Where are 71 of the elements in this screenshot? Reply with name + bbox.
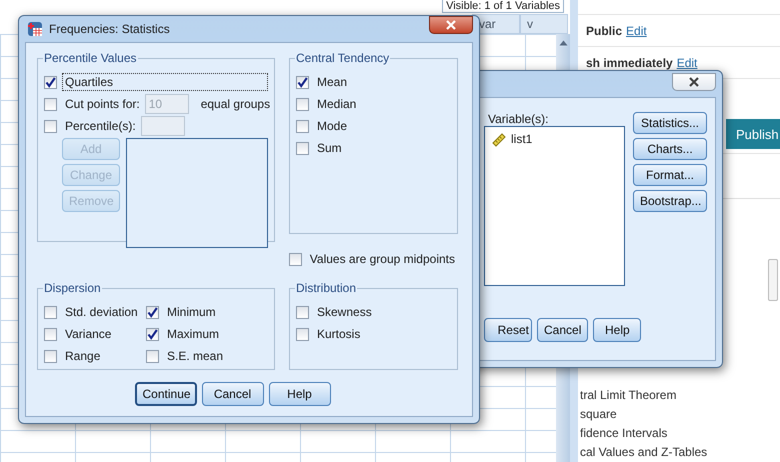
dialog-button[interactable]: Charts... (633, 138, 707, 160)
checkbox[interactable] (44, 328, 57, 340)
dialog-button[interactable]: Help (268, 382, 330, 406)
dialog-button[interactable]: Statistics... (633, 112, 707, 134)
checkbox-label[interactable]: Percentile(s): (62, 117, 139, 135)
checkbox-label[interactable]: Mode (314, 117, 350, 135)
percentile-list[interactable] (126, 138, 268, 248)
checkbox[interactable] (296, 120, 309, 132)
window-title: Frequencies: Statistics (49, 22, 171, 36)
topic-link[interactable]: fidence Intervals (580, 424, 768, 443)
checkbox-label[interactable]: Mean (314, 73, 350, 91)
checkbox-label[interactable]: Skewness (314, 303, 375, 321)
checkbox[interactable] (146, 306, 159, 318)
app-icon (27, 21, 43, 37)
checkbox-label[interactable]: Range (62, 347, 104, 365)
group-title: Dispersion (43, 281, 102, 295)
field-suffix: equal groups (200, 97, 270, 111)
topic-link[interactable]: square (580, 405, 768, 424)
checkbox[interactable] (296, 98, 309, 110)
checkbox[interactable] (296, 328, 309, 340)
checkbox[interactable] (296, 76, 309, 88)
checkbox[interactable] (44, 306, 57, 318)
dialog-button[interactable]: Bootstrap... (633, 190, 707, 212)
checkbox[interactable] (289, 252, 302, 266)
edit-link[interactable]: Edit (626, 24, 647, 38)
close-button[interactable] (429, 16, 473, 34)
dialog-button[interactable]: Continue (134, 382, 196, 406)
checkbox-label[interactable]: Minimum (164, 303, 219, 321)
checkbox[interactable] (146, 350, 159, 362)
checkbox[interactable] (44, 120, 57, 132)
checkbox-label[interactable]: Sum (314, 139, 345, 157)
dialog-button[interactable]: Cancel (202, 382, 264, 406)
checkbox[interactable] (44, 98, 57, 110)
checkbox-label[interactable]: Quartiles (62, 73, 268, 91)
publish-button[interactable]: Publish (726, 119, 780, 149)
close-icon (688, 77, 700, 87)
checkbox[interactable] (44, 350, 57, 362)
close-button[interactable] (672, 73, 716, 91)
checkbox[interactable] (146, 328, 159, 340)
checkbox-label[interactable]: Maximum (164, 325, 222, 343)
checkbox-label[interactable]: Values are group midpoints (306, 250, 458, 268)
dialog-button[interactable]: Reset (484, 318, 532, 342)
scroll-thumb[interactable] (768, 259, 778, 301)
checkbox[interactable] (296, 306, 309, 318)
setting-label: sh immediately (586, 56, 673, 70)
topic-link[interactable]: cal Values and Z-Tables (580, 443, 768, 462)
checkbox[interactable] (44, 76, 57, 88)
group-title: Distribution (295, 281, 358, 295)
column-header[interactable]: v (520, 14, 568, 34)
setting-label: Public (586, 24, 622, 38)
checkbox-label[interactable]: Median (314, 95, 360, 113)
checkbox-label[interactable]: Variance (62, 325, 114, 343)
group-title: Percentile Values (43, 51, 138, 65)
checkbox[interactable] (296, 142, 309, 154)
checkbox-label[interactable]: Std. deviation (62, 303, 141, 321)
group-title: Central Tendency (295, 51, 390, 65)
variable-name[interactable]: list1 (511, 132, 532, 146)
checkbox-label[interactable]: Cut points for: (62, 95, 143, 113)
dialog-button[interactable]: Cancel (537, 318, 588, 342)
variable-list[interactable]: list1 (484, 126, 625, 286)
edit-link[interactable]: Edit (676, 56, 698, 70)
scroll-up-icon (558, 40, 568, 46)
checkbox-label[interactable]: Kurtosis (314, 325, 364, 343)
checkbox-label[interactable]: S.E. mean (164, 347, 226, 365)
close-icon (445, 20, 457, 30)
visible-label: Visible: 1 of 1 Variables (442, 0, 564, 12)
topic-link[interactable]: tral Limit Theorem (580, 386, 768, 405)
dialog-button[interactable]: Format... (633, 164, 707, 186)
dialog-button[interactable]: Help (593, 318, 642, 342)
ruler-icon (491, 131, 507, 147)
field-label: Variable(s): (488, 112, 550, 126)
